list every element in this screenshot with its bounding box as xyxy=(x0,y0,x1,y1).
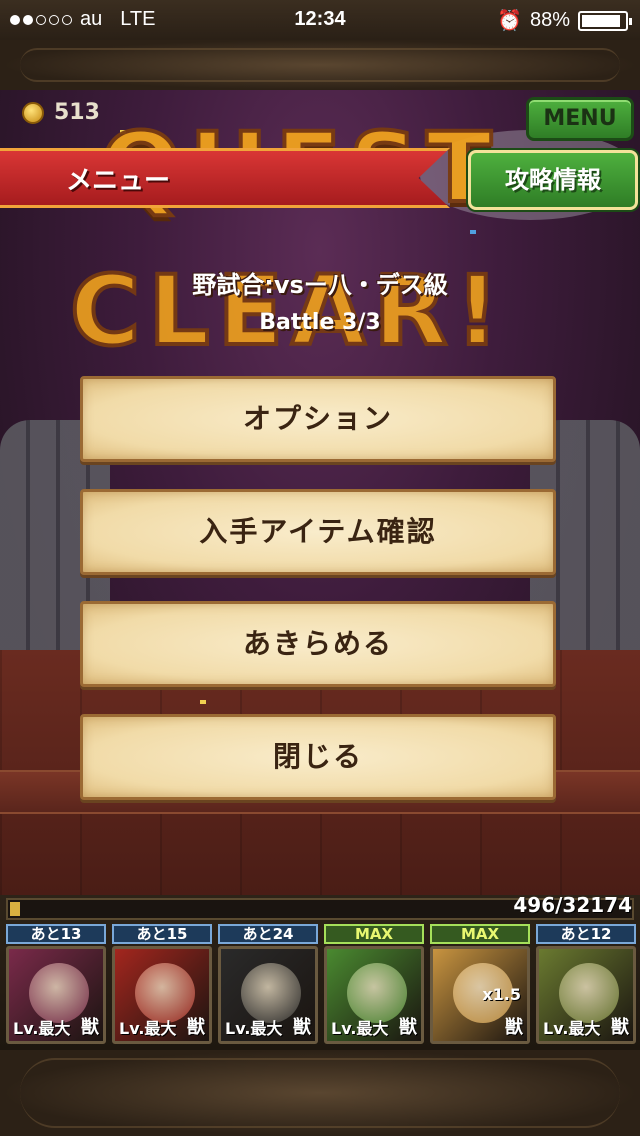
monster-portrait xyxy=(347,963,407,1023)
type-label: 獣 xyxy=(187,1017,205,1038)
type-label: 獣 xyxy=(81,1017,99,1038)
team-slot-1[interactable]: あと13 Lv.最大 獣 xyxy=(6,924,106,1046)
team-slot-6[interactable]: あと12 Lv.最大 獣 xyxy=(536,924,636,1046)
type-label: 獣 xyxy=(505,1017,523,1038)
coin-counter: 513 xyxy=(22,100,100,125)
level-label: Lv.最大 xyxy=(331,1019,389,1038)
type-label: 獣 xyxy=(611,1017,629,1038)
level-label: Lv.最大 xyxy=(119,1019,177,1038)
close-button[interactable]: 閉じる xyxy=(80,714,556,800)
ornate-frame-bottom xyxy=(0,1050,640,1136)
skill-counter: あと24 xyxy=(218,924,318,944)
give-up-button[interactable]: あきらめる xyxy=(80,601,556,687)
confetti xyxy=(470,230,476,234)
skill-counter: あと15 xyxy=(112,924,212,944)
battery-percent: 88% xyxy=(529,9,570,31)
hp-fill xyxy=(10,902,20,916)
skill-counter: あと12 xyxy=(536,924,636,944)
menu-button[interactable]: MENU xyxy=(526,97,634,141)
team-slot-5[interactable]: MAX x1.5 獣 xyxy=(430,924,530,1046)
options-button[interactable]: オプション xyxy=(80,376,556,462)
team-slot-3[interactable]: あと24 Lv.最大 獣 xyxy=(218,924,318,1046)
monster-portrait xyxy=(135,963,195,1023)
type-label: 獣 xyxy=(399,1017,417,1038)
skill-counter: MAX xyxy=(430,924,530,944)
level-label: Lv.最大 xyxy=(13,1019,71,1038)
status-right: ⏰ 88% xyxy=(497,8,632,33)
acquired-items-button[interactable]: 入手アイテム確認 xyxy=(80,489,556,575)
monster-card[interactable]: Lv.最大 獣 xyxy=(536,946,636,1044)
team-slot-4[interactable]: MAX Lv.最大 獣 xyxy=(324,924,424,1046)
battle-counter: Battle 3/3 xyxy=(259,310,381,335)
monster-portrait xyxy=(29,963,89,1023)
strategy-info-button[interactable]: 攻略情報 xyxy=(468,150,638,210)
status-bar: au LTE 12:34 ⏰ 88% xyxy=(0,0,640,40)
coin-icon xyxy=(22,101,44,124)
ornate-frame-top xyxy=(0,40,640,90)
level-label: Lv.最大 xyxy=(543,1019,601,1038)
monster-portrait xyxy=(241,963,301,1023)
coin-value: 513 xyxy=(54,100,100,125)
quest-title: 野試合:vsー八・デス級 xyxy=(192,271,448,299)
menu-banner-title: メニュー xyxy=(66,166,171,196)
team-slot-2[interactable]: あと15 Lv.最大 獣 xyxy=(112,924,212,1046)
skill-counter: あと13 xyxy=(6,924,106,944)
multiplier-label: x1.5 xyxy=(482,985,521,1004)
level-label: Lv.最大 xyxy=(225,1019,283,1038)
hp-text: 496/32174 xyxy=(513,893,632,917)
type-label: 獣 xyxy=(293,1017,311,1038)
battery-icon xyxy=(578,10,632,31)
alarm-icon: ⏰ xyxy=(497,10,522,32)
monster-card[interactable]: x1.5 獣 xyxy=(430,946,530,1044)
monster-card[interactable]: Lv.最大 獣 xyxy=(324,946,424,1044)
monster-card[interactable]: Lv.最大 獣 xyxy=(218,946,318,1044)
monster-card[interactable]: Lv.最大 獣 xyxy=(112,946,212,1044)
monster-portrait xyxy=(559,963,619,1023)
monster-card[interactable]: Lv.最大 獣 xyxy=(6,946,106,1044)
confetti xyxy=(200,700,206,704)
skill-counter: MAX xyxy=(324,924,424,944)
